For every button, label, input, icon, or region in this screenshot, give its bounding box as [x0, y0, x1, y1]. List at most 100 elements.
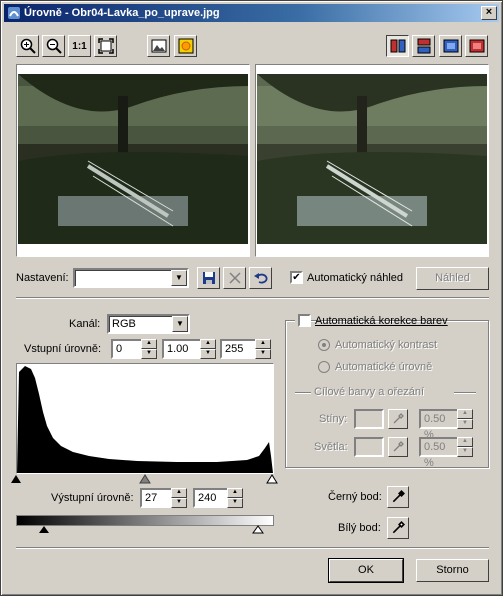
divider	[454, 392, 476, 394]
split-vertical-icon	[390, 39, 405, 53]
zoom-out-icon	[46, 38, 62, 54]
auto-levels-radio[interactable]	[318, 361, 330, 373]
zoom-in-button[interactable]	[16, 35, 39, 57]
divider	[16, 547, 489, 549]
eyedropper-icon	[392, 490, 405, 503]
cancel-button[interactable]: Storno	[416, 559, 489, 582]
spin-up-icon[interactable]: ▲	[457, 437, 473, 447]
sun-button[interactable]	[174, 35, 197, 57]
highlights-label: Světla:	[314, 441, 348, 453]
spin-down-icon[interactable]: ▼	[227, 498, 243, 508]
spin-up-icon[interactable]: ▲	[457, 409, 473, 419]
window-title: Úrovně - Obr04-Lavka_po_uprave.jpg	[24, 7, 220, 19]
app-icon	[8, 7, 20, 19]
delete-x-icon	[228, 272, 241, 284]
spin-down-icon[interactable]: ▼	[457, 419, 473, 429]
park-bridge-photo-before	[18, 66, 248, 255]
input-black-field[interactable]: 0	[111, 339, 143, 359]
input-level-sliders[interactable]	[10, 473, 280, 485]
output-level-sliders[interactable]	[16, 525, 276, 535]
delete-preset-button[interactable]	[223, 267, 246, 289]
spin-up-icon[interactable]: ▲	[141, 339, 157, 349]
white-point-label: Bílý bod:	[338, 522, 381, 534]
output-black-spinner[interactable]: 27 ▲ ▼	[140, 488, 187, 508]
eyedropper-icon	[393, 441, 404, 452]
auto-contrast-label: Automatický kontrast	[335, 339, 438, 351]
input-black-slider[interactable]	[11, 475, 21, 483]
spin-up-icon[interactable]: ▲	[255, 339, 271, 349]
auto-levels-label: Automatické úrovně	[335, 361, 433, 373]
settings-label: Nastavení:	[16, 272, 69, 284]
input-gamma-slider[interactable]	[139, 474, 151, 484]
close-button[interactable]: ×	[481, 6, 497, 20]
spin-up-icon[interactable]: ▲	[227, 488, 243, 498]
park-bridge-photo-after	[257, 66, 487, 255]
spin-down-icon[interactable]: ▼	[255, 349, 271, 359]
output-black-slider[interactable]	[39, 526, 49, 533]
actual-size-button[interactable]: 1:1	[68, 35, 91, 57]
split-horizontal-button[interactable]	[412, 35, 435, 57]
preview-before-button[interactable]	[439, 35, 462, 57]
shadows-picker-button[interactable]	[388, 409, 408, 429]
save-preset-button[interactable]	[197, 267, 220, 289]
preview-before-icon	[443, 39, 458, 53]
input-white-spinner[interactable]: 255 ▲ ▼	[220, 339, 271, 359]
shadows-clip-spinner[interactable]: 0.50 % ▲ ▼	[419, 409, 473, 441]
input-gamma-spinner[interactable]: 1.00 ▲ ▼	[162, 339, 216, 359]
ok-button[interactable]: OK	[328, 558, 404, 583]
auto-preview-label: Automatický náhled	[307, 272, 403, 284]
chevron-down-icon: ▼	[171, 270, 187, 286]
undo-arrow-icon	[253, 273, 267, 284]
black-point-picker-button[interactable]	[387, 486, 409, 508]
input-black-spinner[interactable]: 0 ▲ ▼	[111, 339, 157, 359]
actual-size-icon: 1:1	[72, 40, 87, 52]
fit-window-button[interactable]	[94, 35, 117, 57]
input-white-slider[interactable]	[266, 474, 278, 484]
highlights-clip-spinner[interactable]: 0.50 % ▲ ▼	[419, 437, 473, 469]
spin-down-icon[interactable]: ▼	[457, 447, 473, 457]
preview-button[interactable]: Náhled	[416, 267, 489, 290]
divider	[295, 392, 311, 394]
spin-up-icon[interactable]: ▲	[200, 339, 216, 349]
split-vertical-button[interactable]	[386, 35, 409, 57]
input-gamma-field[interactable]: 1.00	[162, 339, 202, 359]
zoom-out-button[interactable]	[42, 35, 65, 57]
shadows-clip-field[interactable]: 0.50 %	[419, 409, 459, 441]
output-white-slider[interactable]	[252, 525, 264, 534]
spin-down-icon[interactable]: ▼	[200, 349, 216, 359]
result-preview	[255, 64, 489, 257]
close-icon: ×	[485, 6, 493, 18]
output-white-spinner[interactable]: 240 ▲ ▼	[193, 488, 243, 508]
input-levels-label: Vstupní úrovně:	[24, 343, 102, 355]
histogram-graph	[17, 366, 273, 473]
split-horizontal-icon	[417, 38, 430, 54]
floppy-disk-icon	[202, 272, 215, 284]
eyedropper-icon	[392, 521, 405, 534]
spin-up-icon[interactable]: ▲	[171, 488, 187, 498]
output-white-field[interactable]: 240	[193, 488, 229, 508]
image-icon	[151, 39, 166, 53]
auto-color-checkbox[interactable]	[298, 314, 311, 327]
settings-combo[interactable]: ▼	[73, 268, 189, 288]
divider	[16, 297, 489, 299]
image-button[interactable]	[147, 35, 170, 57]
original-preview	[16, 64, 250, 257]
highlights-color-swatch[interactable]	[354, 437, 384, 457]
highlights-clip-field[interactable]: 0.50 %	[419, 437, 459, 469]
histogram	[16, 363, 274, 474]
channel-combo[interactable]: RGB ▼	[107, 314, 190, 334]
preview-after-button[interactable]	[465, 35, 488, 57]
output-black-field[interactable]: 27	[140, 488, 173, 508]
white-point-picker-button[interactable]	[387, 517, 409, 539]
reset-button[interactable]	[249, 267, 272, 289]
input-white-field[interactable]: 255	[220, 339, 257, 359]
auto-preview-checkbox[interactable]: ✔	[290, 271, 303, 284]
spin-down-icon[interactable]: ▼	[171, 498, 187, 508]
target-colors-header: Cílové barvy a ořezání	[314, 386, 425, 398]
highlights-picker-button[interactable]	[388, 437, 408, 457]
eyedropper-icon	[393, 413, 404, 424]
spin-down-icon[interactable]: ▼	[141, 349, 157, 359]
shadows-color-swatch[interactable]	[354, 409, 384, 429]
zoom-in-icon	[20, 38, 36, 54]
auto-contrast-radio[interactable]	[318, 339, 330, 351]
